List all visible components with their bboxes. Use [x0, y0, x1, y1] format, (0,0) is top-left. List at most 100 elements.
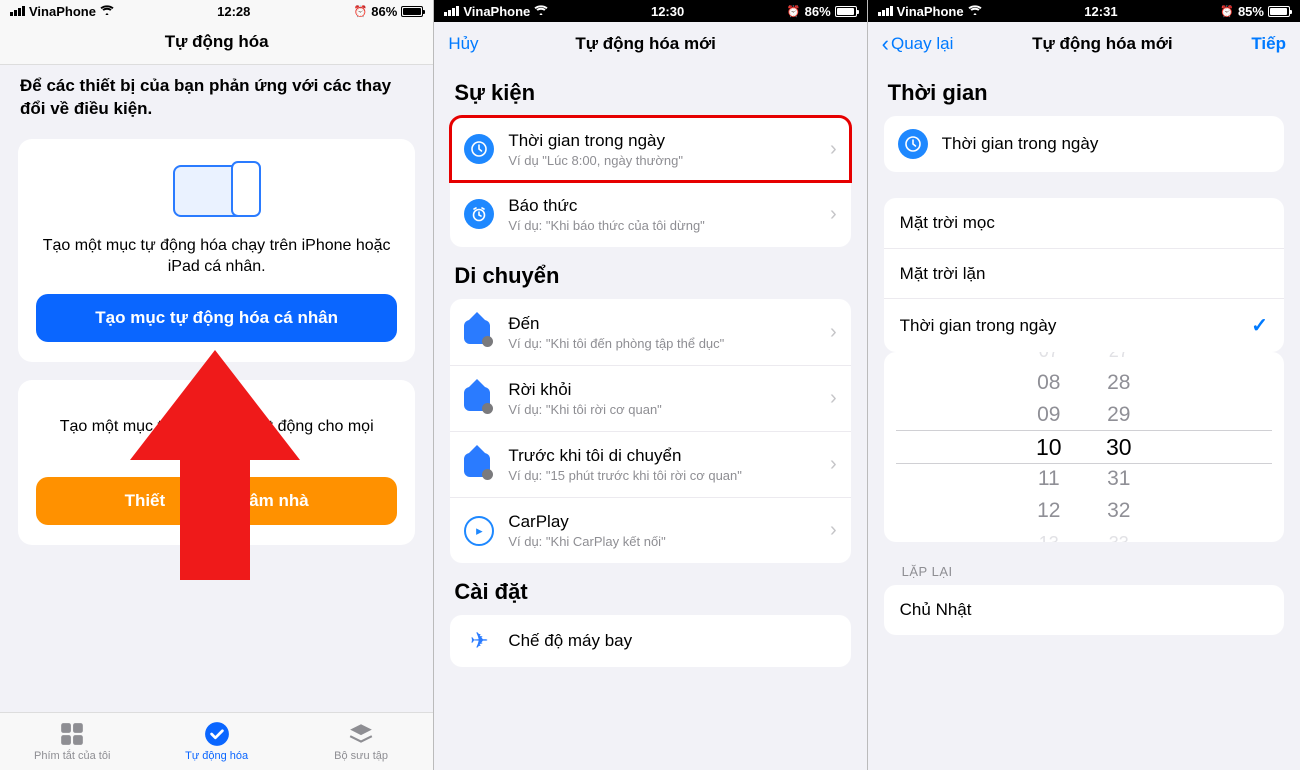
time-picker[interactable]: 07 08 09 10 11 12 13 27 28 29 30 31 32 3… [884, 352, 1284, 542]
layers-icon [348, 721, 374, 747]
row-title: CarPlay [508, 512, 822, 532]
battery-icon [1268, 6, 1290, 17]
row-subtitle: Ví dụ: "15 phút trước khi tôi rời cơ qua… [508, 468, 822, 483]
nav-title: Tự động hóa mới [1032, 34, 1173, 54]
chevron-right-icon: › [830, 453, 837, 476]
row-arrive[interactable]: Đến Ví dụ: "Khi tôi đến phòng tập thể dụ… [450, 299, 850, 365]
row-carplay[interactable]: CarPlay Ví dụ: "Khi CarPlay kết nối" › [450, 497, 850, 563]
card-home-automation: Tạo một mục t g hóa hoạt động cho mọi tr… [18, 380, 415, 545]
airplane-icon: ✈ [464, 628, 494, 654]
home-leave-icon [464, 387, 494, 411]
section-header-event: Sự kiện [454, 80, 850, 106]
signal-icon [444, 6, 459, 16]
card-text: Tạo một mục tự động hóa chạy trên iPhone… [36, 235, 397, 278]
status-bar: VinaPhone 12:28 ⏰ 86% [0, 0, 433, 22]
setup-home-button[interactable]: Thiết ung tâm nhà [36, 477, 397, 525]
chevron-right-icon: › [830, 519, 837, 542]
chevron-right-icon: › [830, 387, 837, 410]
page-title: Tự động hóa [0, 22, 433, 65]
nav-bar: Hủy Tự động hóa mới [434, 22, 866, 64]
picker-minutes[interactable]: 27 28 29 30 31 32 33 [1084, 352, 1154, 542]
tab-label: Phím tắt của tôi [34, 750, 110, 762]
tab-label: Tự động hóa [185, 750, 248, 762]
row-title: Thời gian trong ngày [942, 134, 1099, 154]
carrier: VinaPhone [29, 4, 96, 19]
tab-label: Bộ sưu tập [334, 750, 388, 762]
clock-icon [898, 129, 928, 159]
row-time-of-day-header: Thời gian trong ngày [884, 116, 1284, 172]
status-time: 12:31 [1084, 4, 1117, 19]
home-before-icon [464, 453, 494, 477]
clock-icon [464, 134, 494, 164]
row-subtitle: Ví dụ "Lúc 8:00, ngày thường" [508, 153, 822, 168]
status-time: 12:28 [217, 4, 250, 19]
row-title: Chủ Nhật [900, 600, 972, 620]
row-title: Trước khi tôi di chuyển [508, 446, 822, 466]
battery-icon [835, 6, 857, 17]
option-label: Thời gian trong ngày [900, 316, 1252, 336]
row-title: Chế độ máy bay [508, 631, 836, 651]
row-title: Báo thức [508, 196, 822, 216]
chevron-right-icon: › [830, 321, 837, 344]
alarm-icon: ⏰ [354, 5, 368, 18]
checkmark-icon: ✓ [1251, 313, 1268, 338]
option-time-of-day[interactable]: Thời gian trong ngày ✓ [884, 298, 1284, 352]
battery-icon [401, 6, 423, 17]
alarm-clock-icon [464, 199, 494, 229]
row-airplane-mode[interactable]: ✈ Chế độ máy bay [450, 615, 850, 667]
status-bar: VinaPhone 12:30 ⏰ 86% [434, 0, 866, 22]
option-sunrise[interactable]: Mặt trời mọc [884, 198, 1284, 248]
card-personal-automation: Tạo một mục tự động hóa chạy trên iPhone… [18, 139, 415, 362]
signal-icon [10, 6, 25, 16]
tab-gallery[interactable]: Bộ sưu tập [289, 713, 433, 770]
wifi-icon [534, 4, 548, 18]
automation-icon [204, 721, 230, 747]
alarm-icon: ⏰ [1220, 5, 1234, 18]
option-label: Mặt trời mọc [900, 213, 995, 233]
pane-automation-home: VinaPhone 12:28 ⏰ 86% Tự động hóa Để các… [0, 0, 433, 770]
status-bar: VinaPhone 12:31 ⏰ 85% [868, 0, 1300, 22]
row-title: Thời gian trong ngày [508, 131, 822, 151]
repeat-day-sunday[interactable]: Chủ Nhật [884, 585, 1284, 635]
tab-bar: Phím tắt của tôi Tự động hóa Bộ sưu tập [0, 712, 433, 770]
wifi-icon [100, 4, 114, 18]
status-time: 12:30 [651, 4, 684, 19]
carrier: VinaPhone [897, 4, 964, 19]
card-text: Tạo một mục t g hóa hoạt động cho mọi tr… [36, 416, 397, 459]
row-subtitle: Ví dụ: "Khi CarPlay kết nối" [508, 534, 822, 549]
row-alarm[interactable]: Báo thức Ví dụ: "Khi báo thức của tôi dừ… [450, 181, 850, 247]
battery-pct: 86% [805, 4, 831, 19]
nav-title: Tự động hóa mới [575, 34, 716, 54]
back-button[interactable]: ‹ Quay lại [882, 34, 954, 54]
tab-automation[interactable]: Tự động hóa [144, 713, 288, 770]
section-header-settings: Cài đặt [454, 579, 850, 605]
pane-new-automation-triggers: VinaPhone 12:30 ⏰ 86% Hủy Tự động hóa mớ… [433, 0, 866, 770]
row-title: Rời khỏi [508, 380, 822, 400]
carplay-icon [464, 516, 494, 546]
carrier: VinaPhone [463, 4, 530, 19]
battery-pct: 85% [1238, 4, 1264, 19]
create-personal-automation-button[interactable]: Tạo mục tự động hóa cá nhân [36, 294, 397, 342]
row-leave[interactable]: Rời khỏi Ví dụ: "Khi tôi rời cơ quan" › [450, 365, 850, 431]
row-subtitle: Ví dụ: "Khi tôi rời cơ quan" [508, 402, 822, 417]
home-arrive-icon [464, 320, 494, 344]
cancel-button[interactable]: Hủy [448, 34, 478, 54]
row-time-of-day[interactable]: Thời gian trong ngày Ví dụ "Lúc 8:00, ng… [450, 116, 850, 182]
wifi-icon [968, 4, 982, 18]
row-before-leave[interactable]: Trước khi tôi di chuyển Ví dụ: "15 phút … [450, 431, 850, 497]
row-subtitle: Ví dụ: "Khi tôi đến phòng tập thể dục" [508, 336, 822, 351]
section-header-time: Thời gian [888, 80, 1284, 106]
picker-hours[interactable]: 07 08 09 10 11 12 13 [1014, 352, 1084, 542]
alarm-icon: ⏰ [787, 5, 801, 18]
signal-icon [878, 6, 893, 16]
section-header-repeat: LẶP LẠI [902, 564, 1284, 579]
page-subtitle: Để các thiết bị của bạn phản ứng với các… [18, 65, 415, 139]
next-button[interactable]: Tiếp [1251, 34, 1286, 54]
tab-shortcuts[interactable]: Phím tắt của tôi [0, 713, 144, 770]
chevron-right-icon: › [830, 138, 837, 161]
option-sunset[interactable]: Mặt trời lặn [884, 248, 1284, 298]
chevron-right-icon: › [830, 203, 837, 226]
battery-pct: 86% [371, 4, 397, 19]
row-subtitle: Ví dụ: "Khi báo thức của tôi dừng" [508, 218, 822, 233]
devices-icon [173, 161, 261, 221]
